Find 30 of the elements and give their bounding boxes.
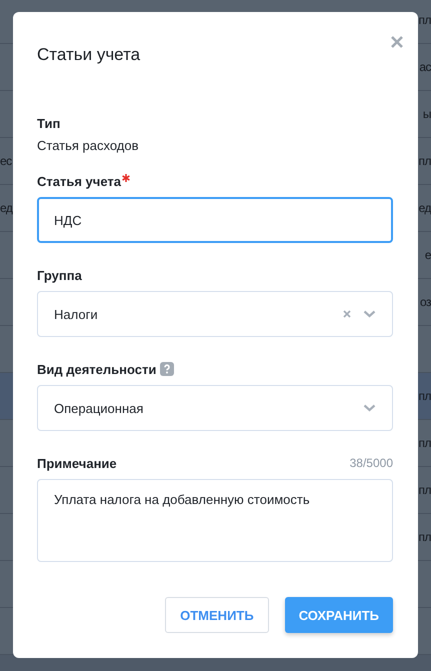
chevron-down-icon[interactable]	[363, 310, 376, 318]
select-field[interactable]: Налоги	[37, 291, 393, 337]
field-value: Статья расходов	[37, 138, 140, 153]
field-label: Тип	[37, 116, 60, 130]
table-cell: ы	[422, 107, 431, 121]
field-label: Вид деятельности	[37, 362, 156, 376]
table-cell: ес	[0, 154, 12, 168]
table-cell: пл	[418, 530, 431, 544]
table-cell: ед	[0, 201, 12, 215]
table-cell: ас	[419, 60, 431, 74]
field-label: Статья учета	[37, 174, 121, 188]
clear-icon[interactable]	[343, 310, 351, 318]
textarea-field[interactable]: Уплата налога на добавленную стоимость	[37, 479, 393, 562]
character-counter: 38/5000	[350, 456, 393, 470]
chevron-down-icon[interactable]	[363, 404, 376, 412]
table-cell: ед	[418, 201, 431, 215]
field-label: Примечание	[37, 456, 117, 470]
field-label: Группа	[37, 268, 82, 282]
table-cell: пл	[418, 154, 431, 168]
close-icon[interactable]	[389, 34, 405, 50]
select-field[interactable]: Операционная	[37, 385, 393, 431]
table-cell: е	[424, 248, 431, 262]
table-cell: пл	[418, 483, 431, 497]
table-cell: пл	[418, 13, 431, 27]
dialog-title: Статьи учета	[37, 45, 140, 65]
table-cell: пл	[418, 389, 431, 403]
table-cell: пл	[418, 436, 431, 450]
input-field[interactable]: НДС	[37, 197, 393, 243]
table-cell: оз	[420, 295, 431, 309]
help-icon[interactable]	[160, 362, 174, 376]
